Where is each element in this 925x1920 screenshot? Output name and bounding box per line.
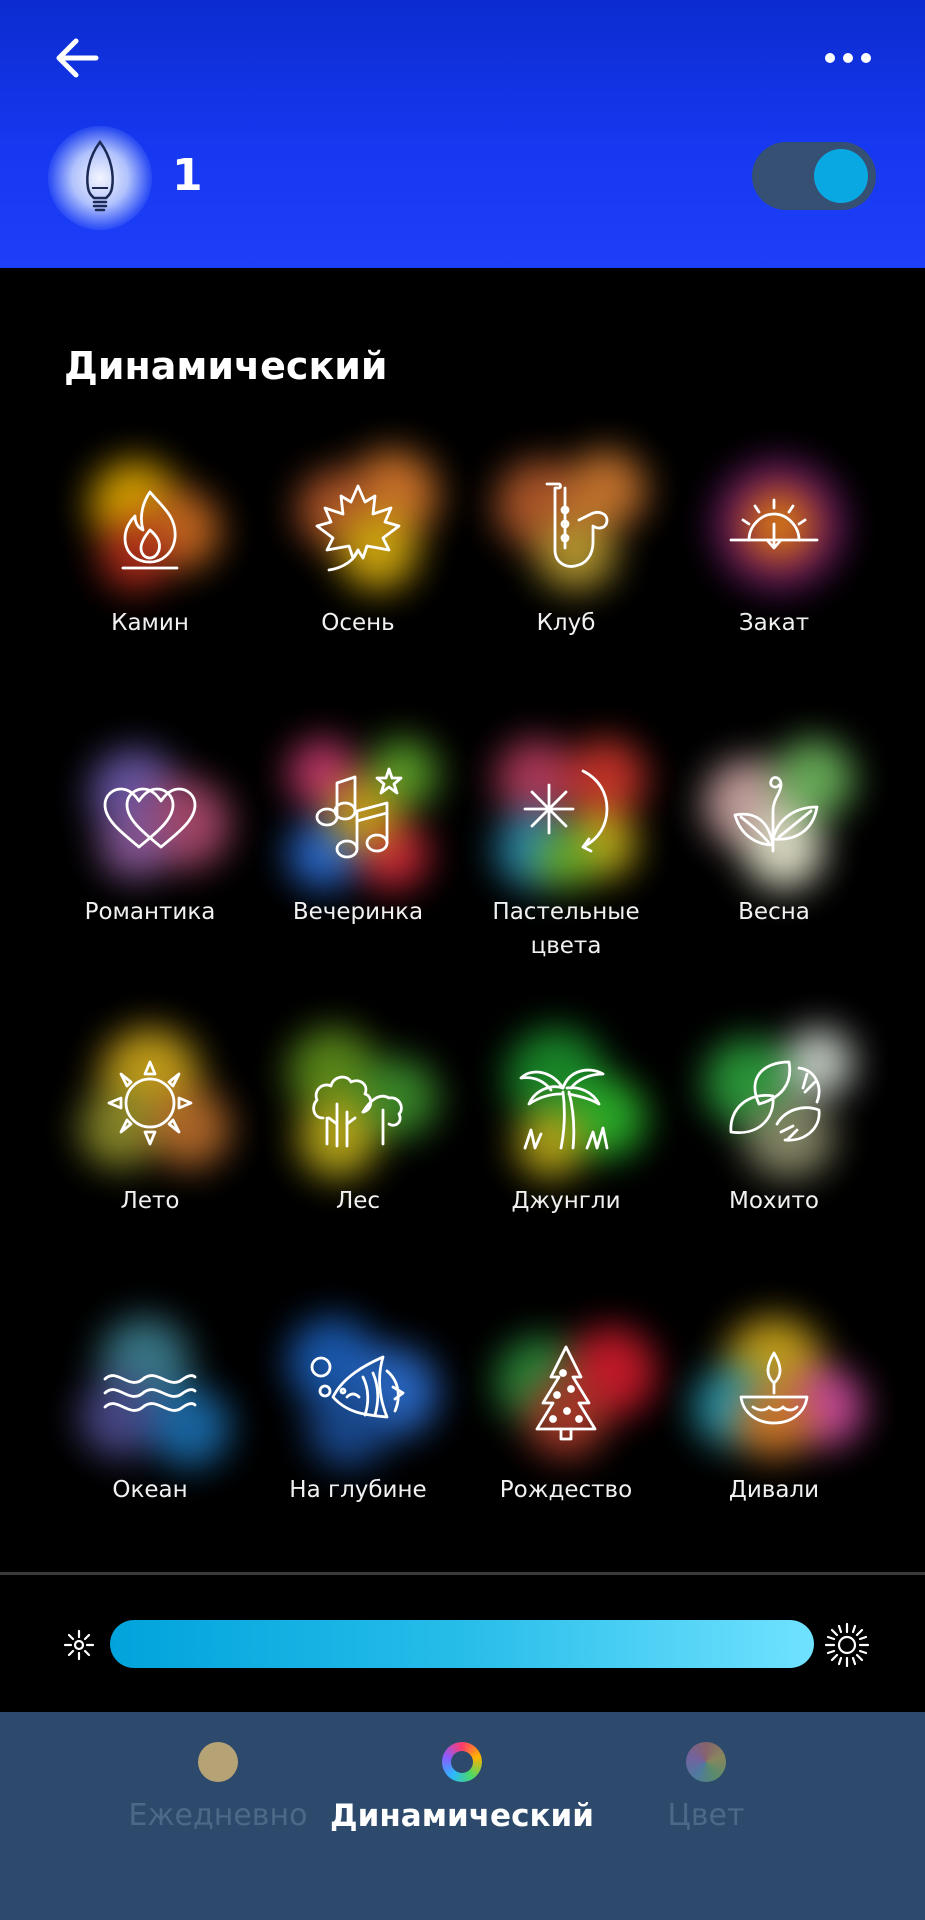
hearts-icon <box>103 787 197 849</box>
tab-color[interactable]: Цвет <box>556 1742 856 1852</box>
dynamic-ring-icon <box>442 1742 482 1782</box>
daily-swatch-icon <box>198 1742 238 1782</box>
scene-label: Джунгли <box>511 1188 621 1214</box>
arrow-left-icon[interactable] <box>50 30 106 86</box>
scene-label: Камин <box>111 610 189 636</box>
scene-label: Мохито <box>729 1188 819 1214</box>
toggle-knob <box>814 149 868 203</box>
sprout-icon <box>733 776 819 853</box>
scene-label: Романтика <box>84 899 216 925</box>
fire-icon <box>121 490 179 570</box>
color-wheel-icon <box>686 1742 726 1782</box>
scene-les[interactable]: Лес <box>253 1018 463 1268</box>
waves-icon <box>103 1374 197 1412</box>
device-name: 1 <box>172 150 203 201</box>
brightness-slider[interactable] <box>110 1620 814 1668</box>
scene-label: Осень <box>321 610 395 636</box>
scene-vecherinka[interactable]: Вечеринка <box>253 729 463 979</box>
divider <box>0 1572 925 1575</box>
candle-bulb-icon <box>86 139 114 212</box>
scene-divali[interactable]: Дивали <box>669 1307 879 1557</box>
scene-leto[interactable]: Лето <box>45 1018 255 1268</box>
scene-rozhdestvo[interactable]: Рождество <box>461 1307 671 1557</box>
scene-okean[interactable]: Океан <box>45 1307 255 1557</box>
sun-icon <box>107 1060 193 1146</box>
tab-label: Цвет <box>667 1798 745 1833</box>
lime-mint-icon <box>729 1060 821 1142</box>
scene-label: Весна <box>738 899 810 925</box>
scene-na-glubine[interactable]: На глубине <box>253 1307 463 1557</box>
scene-vesna[interactable]: Весна <box>669 729 879 979</box>
scene-label: Рождество <box>499 1477 633 1503</box>
scene-klub[interactable]: Клуб <box>461 440 671 690</box>
scene-mokhito[interactable]: Мохито <box>669 1018 879 1268</box>
scene-label: На глубине <box>289 1477 427 1503</box>
scene-label: Лес <box>335 1188 381 1214</box>
scene-osen[interactable]: Осень <box>253 440 463 690</box>
scene-label: Закат <box>738 610 810 636</box>
scene-label: Пастельные цвета <box>492 899 640 959</box>
scene-label: Дивали <box>728 1477 820 1503</box>
scene-label: Лето <box>120 1188 180 1214</box>
scene-romantika[interactable]: Романтика <box>45 729 255 979</box>
brightness-low-icon <box>63 1629 95 1661</box>
device-bulb-avatar <box>48 126 152 230</box>
scene-dzhungli[interactable]: Джунгли <box>461 1018 671 1268</box>
sunset-icon <box>729 498 819 550</box>
scene-label: Клуб <box>536 610 596 636</box>
pastel-icon <box>523 769 609 853</box>
power-toggle[interactable] <box>752 142 876 210</box>
scene-kamin[interactable]: Камин <box>45 440 255 690</box>
device-header: 1 <box>0 0 925 268</box>
scene-zakat[interactable]: Закат <box>669 440 879 690</box>
palm-tree-icon <box>519 1068 609 1150</box>
maple-leaf-icon <box>315 484 401 572</box>
scene-pastelnye[interactable]: Пастельные цвета <box>461 729 671 979</box>
trees-icon <box>312 1075 403 1148</box>
more-horizontal-icon[interactable] <box>820 34 876 82</box>
christmas-tree-icon <box>535 1345 597 1441</box>
fish-icon <box>310 1355 405 1419</box>
music-notes-icon <box>315 767 403 859</box>
scene-label: Вечеринка <box>292 899 424 925</box>
saxophone-icon <box>545 482 609 568</box>
diya-lamp-icon <box>739 1351 809 1425</box>
section-title: Динамический <box>64 344 388 388</box>
scene-label: Океан <box>112 1477 188 1503</box>
brightness-high-icon <box>824 1622 870 1668</box>
